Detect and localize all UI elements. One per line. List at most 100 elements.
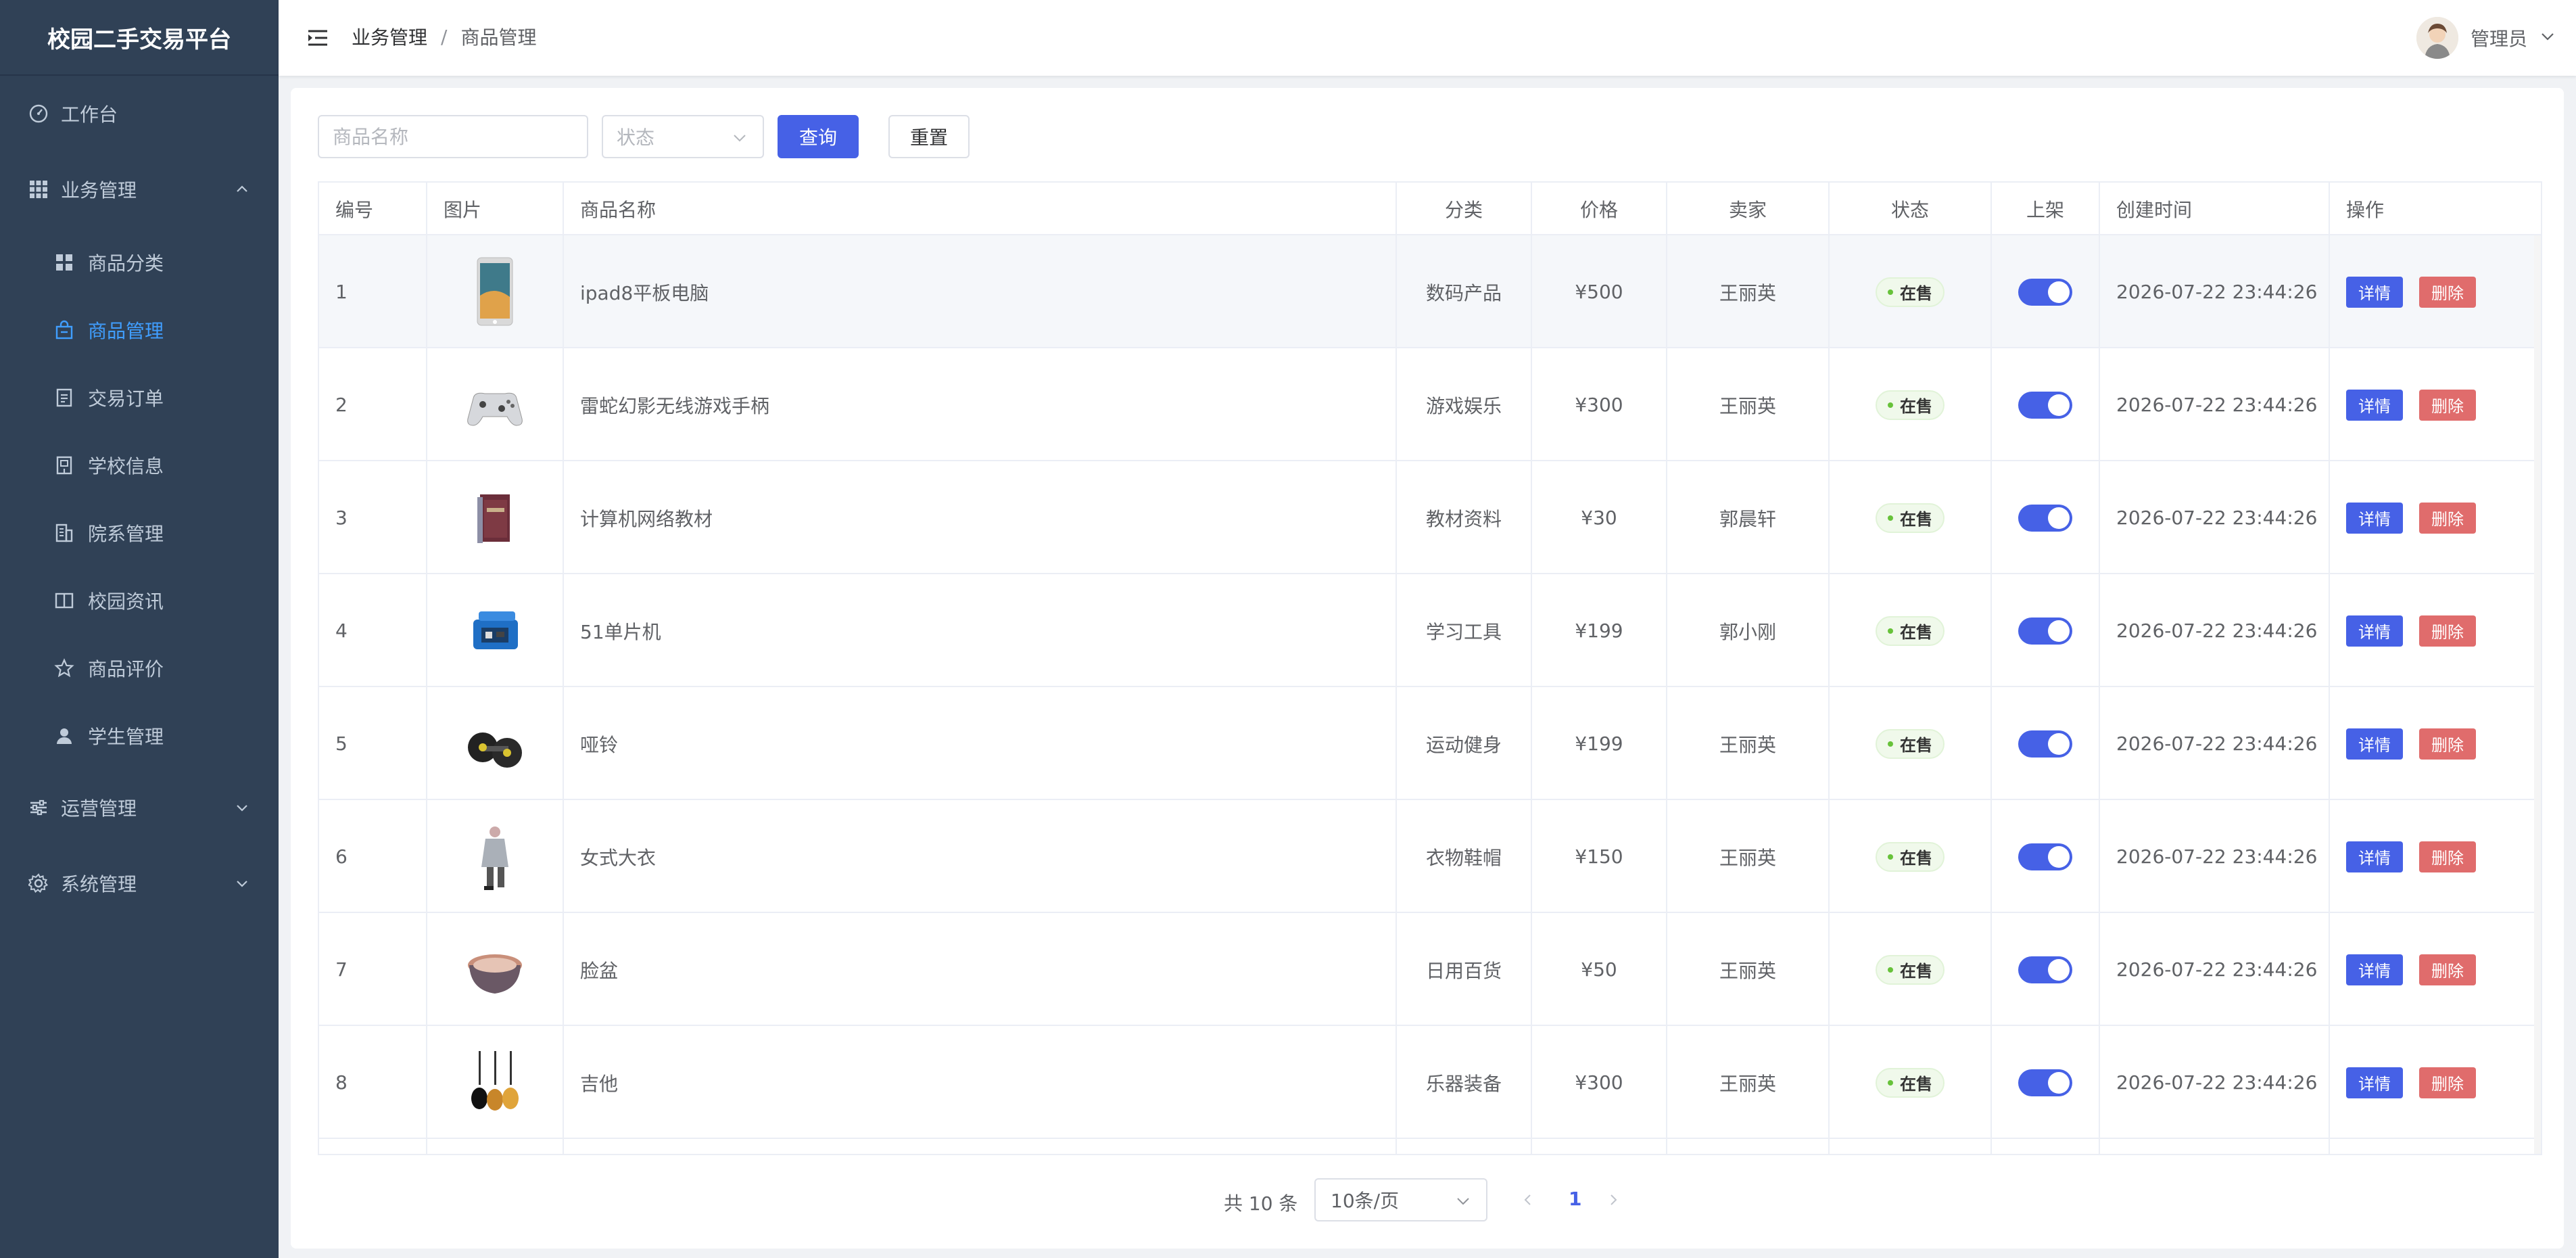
- table-row: 5 哑铃 运动健身 ¥199 王丽英 在售 2026-07-22 23:44:26 详情 删除: [319, 687, 2541, 800]
- product-name: 女式大衣: [580, 846, 657, 869]
- delete-button[interactable]: 删除: [2419, 615, 2476, 647]
- sidebar-item-category[interactable]: 商品分类: [0, 229, 279, 296]
- sidebar-item-business[interactable]: 业务管理: [0, 156, 279, 223]
- table-row: 3 计算机网络教材 教材资料 ¥30 郭晨轩 在售 2026-07-22 23:44:26 详…: [319, 461, 2541, 574]
- detail-button[interactable]: 详情: [2346, 276, 2403, 308]
- sidebar-item-reviews[interactable]: 商品评价: [0, 634, 279, 702]
- page-size-select[interactable]: 10条/页: [1314, 1178, 1487, 1221]
- table-cell: 2026-07-22 23:44:26: [2100, 235, 2330, 348]
- sidebar-item-school[interactable]: 学校信息: [0, 432, 279, 499]
- query-button[interactable]: 查询: [778, 115, 859, 158]
- sidebar-item-dashboard[interactable]: 工作台: [0, 80, 279, 147]
- on-shelf-toggle[interactable]: [2018, 391, 2072, 419]
- on-shelf-toggle[interactable]: [2018, 730, 2072, 758]
- delete-button[interactable]: 删除: [2419, 502, 2476, 534]
- column-header: 卖家: [1667, 183, 1830, 235]
- book-icon: [53, 589, 76, 612]
- table-cell: [1532, 1139, 1667, 1154]
- table-cell: ¥199: [1532, 574, 1667, 687]
- shopping-bag-icon: [53, 319, 76, 342]
- detail-button[interactable]: 详情: [2346, 615, 2403, 647]
- on-shelf-toggle[interactable]: [2018, 843, 2072, 870]
- delete-button[interactable]: 删除: [2419, 1067, 2476, 1098]
- table-cell: 2026-07-22 23:44:26: [2100, 348, 2330, 461]
- on-shelf-toggle[interactable]: [2018, 956, 2072, 983]
- table-cell: [1830, 1139, 1992, 1154]
- prev-page-icon[interactable]: [1519, 1190, 1537, 1209]
- product-image: [461, 933, 529, 1007]
- product-seller: 王丽英: [1719, 959, 1776, 982]
- table-cell: 计算机网络教材: [564, 461, 1397, 574]
- row-actions: 详情 删除: [2346, 728, 2492, 760]
- detail-button[interactable]: 详情: [2346, 728, 2403, 760]
- created-time: 2026-07-22 23:44:26: [2116, 281, 2318, 303]
- table-cell: 运动健身: [1397, 687, 1532, 800]
- sidebar-item-students[interactable]: 学生管理: [0, 702, 279, 770]
- on-shelf-toggle[interactable]: [2018, 1069, 2072, 1096]
- menu-toggle-icon[interactable]: [306, 26, 330, 50]
- delete-button[interactable]: 删除: [2419, 389, 2476, 421]
- toggle-knob: [2048, 1071, 2070, 1094]
- user-menu[interactable]: 管理员: [2416, 14, 2556, 62]
- table-cell: [427, 800, 564, 913]
- table-cell: ipad8平板电脑: [564, 235, 1397, 348]
- sidebar-item-news[interactable]: 校园资讯: [0, 567, 279, 634]
- status-badge: 在售: [1876, 841, 1945, 872]
- delete-button[interactable]: 删除: [2419, 728, 2476, 760]
- top-header: 业务管理 / 商品管理 管理员: [279, 0, 2576, 76]
- status-badge: 在售: [1876, 277, 1945, 307]
- sidebar-item-orders[interactable]: 交易订单: [0, 364, 279, 432]
- product-price: ¥50: [1581, 958, 1617, 981]
- detail-button[interactable]: 详情: [2346, 841, 2403, 872]
- sidebar-item-operations[interactable]: 运营管理: [0, 774, 279, 841]
- on-shelf-toggle[interactable]: [2018, 278, 2072, 306]
- table-cell: 数码产品: [1397, 235, 1532, 348]
- next-page-icon[interactable]: [1604, 1190, 1623, 1209]
- toggle-knob: [2048, 507, 2070, 529]
- column-header: 图片: [427, 183, 564, 235]
- building-icon: [53, 521, 76, 544]
- product-category: 乐器装备: [1425, 1072, 1502, 1095]
- sidebar-item-department[interactable]: 院系管理: [0, 499, 279, 567]
- table-cell: [1992, 235, 2100, 348]
- column-header: 上架: [1992, 183, 2100, 235]
- toggle-knob: [2048, 620, 2070, 642]
- column-header: 分类: [1397, 183, 1532, 235]
- status-select[interactable]: 状态: [602, 115, 764, 158]
- on-shelf-toggle[interactable]: [2018, 504, 2072, 532]
- table-cell: 详情 删除: [2330, 687, 2541, 800]
- table-cell: 7: [319, 913, 427, 1026]
- chevron-down-icon: [732, 129, 748, 151]
- detail-button[interactable]: 详情: [2346, 502, 2403, 534]
- detail-button[interactable]: 详情: [2346, 954, 2403, 985]
- user-name: 管理员: [2470, 28, 2527, 50]
- sidebar-item-system[interactable]: 系统管理: [0, 849, 279, 917]
- chevron-down-icon: [1455, 1192, 1471, 1214]
- detail-button[interactable]: 详情: [2346, 389, 2403, 421]
- detail-button[interactable]: 详情: [2346, 1067, 2403, 1098]
- page-number-current[interactable]: 1: [1569, 1188, 1581, 1210]
- sidebar-item-products[interactable]: 商品管理: [0, 296, 279, 364]
- on-shelf-toggle[interactable]: [2018, 617, 2072, 645]
- status-select-placeholder: 状态: [617, 126, 655, 149]
- row-actions: 详情 删除: [2346, 954, 2492, 985]
- table-cell: 5: [319, 687, 427, 800]
- table-cell: 51单片机: [564, 574, 1397, 687]
- table-scrollbar[interactable]: [2534, 235, 2541, 1154]
- avatar[interactable]: [2416, 17, 2458, 59]
- product-name-input[interactable]: [318, 115, 588, 158]
- delete-button[interactable]: 删除: [2419, 276, 2476, 308]
- product-category: 数码产品: [1425, 281, 1502, 304]
- sidebar-item-label: 系统管理: [61, 873, 137, 895]
- delete-button[interactable]: 删除: [2419, 841, 2476, 872]
- breadcrumb-item[interactable]: 业务管理: [352, 23, 427, 50]
- toggle-knob: [2048, 732, 2070, 755]
- product-price: ¥199: [1575, 732, 1623, 755]
- reset-button[interactable]: 重置: [888, 115, 970, 158]
- table-cell: 王丽英: [1667, 800, 1830, 913]
- delete-button[interactable]: 删除: [2419, 954, 2476, 985]
- table-cell: ¥300: [1532, 1026, 1667, 1139]
- table-row: [319, 1139, 2541, 1154]
- table-cell: [1667, 1139, 1830, 1154]
- sidebar: 校园二手交易平台 工作台 业务管理 商品分类 商品管理 交易订单 学校信息 院系…: [0, 0, 279, 1258]
